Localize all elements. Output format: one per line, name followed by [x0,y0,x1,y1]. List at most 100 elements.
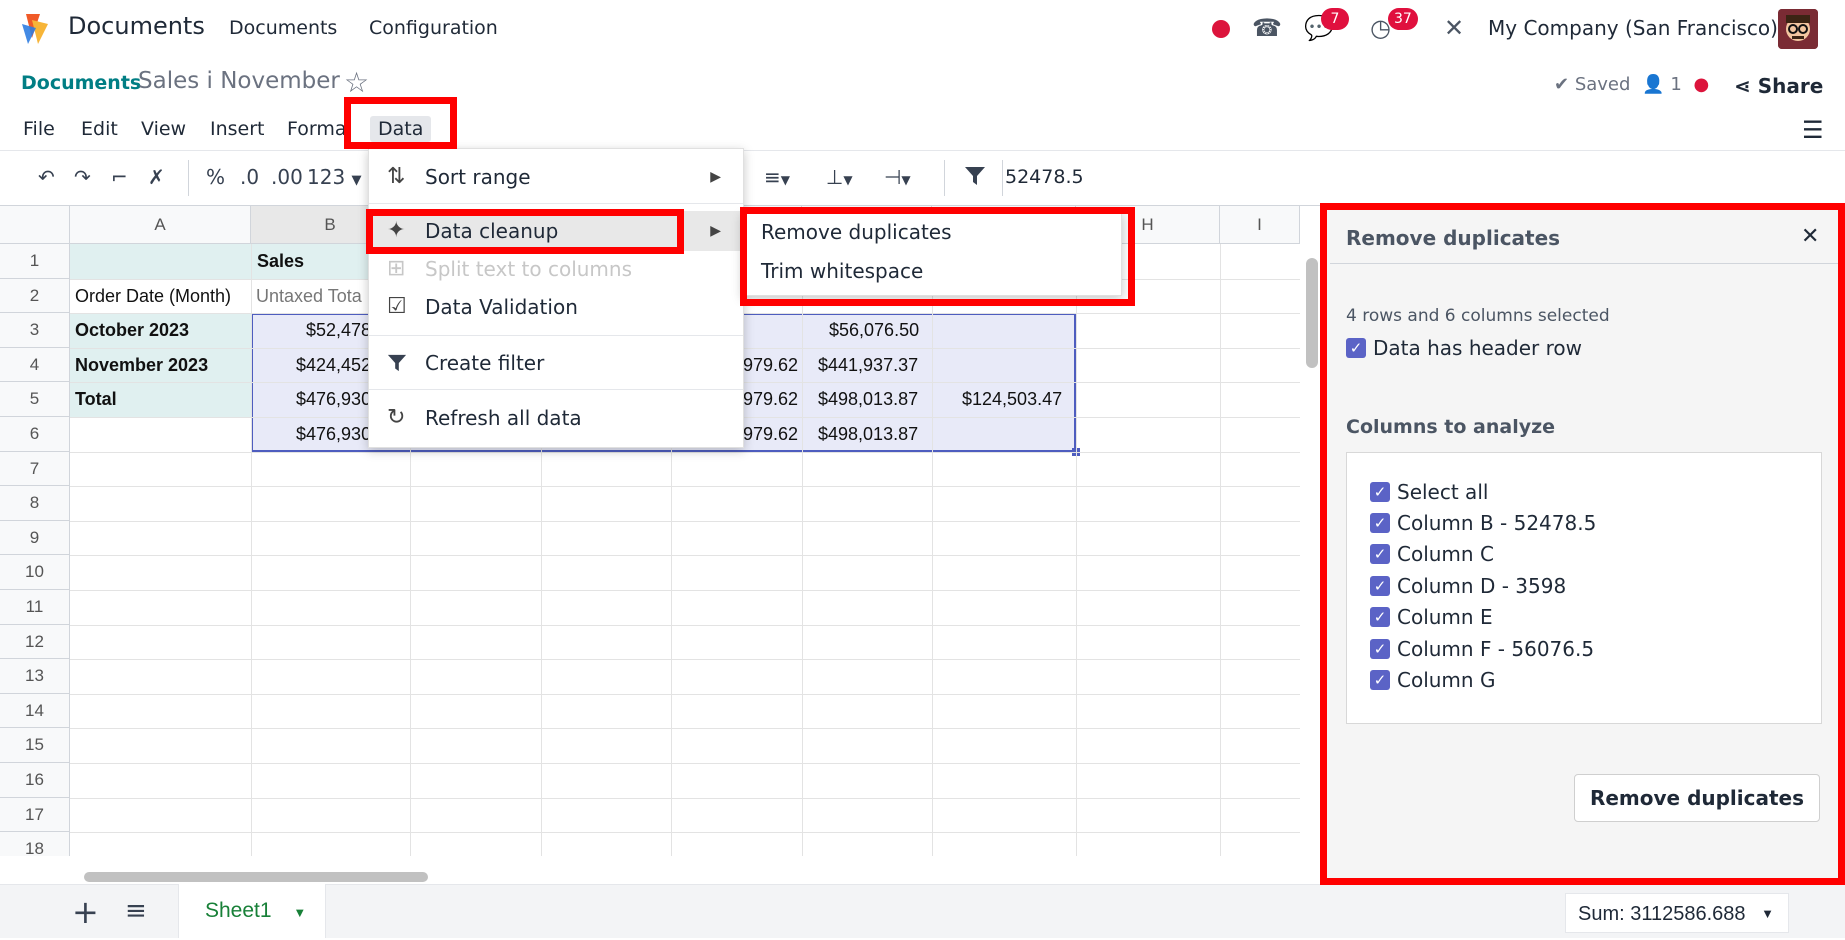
row-header[interactable]: 7 [0,451,70,487]
decrease-decimal-button[interactable]: .0 [240,165,259,189]
grid-line [70,797,1300,799]
toolbar-separator [944,160,945,196]
row-header[interactable]: 4 [0,347,70,383]
split-icon: ⊞ [387,256,406,281]
toolbar-separator [188,160,189,196]
filter-icon[interactable] [964,165,986,192]
clear-format-icon[interactable]: ✗ [148,165,165,189]
sheet-tab-label: Sheet1 [205,899,272,922]
add-sheet-icon[interactable]: + [72,893,99,931]
sheet-list-icon[interactable]: ≡ [125,896,147,926]
menu-file[interactable]: File [23,118,55,140]
vertical-align-icon[interactable]: ⊥▼ [826,165,853,189]
user-avatar[interactable] [1778,9,1818,49]
number-format-dropdown[interactable]: 123 ▼ [307,165,362,189]
sort-icon: ⇅ [387,164,406,189]
cell-b4[interactable]: $424,452 [296,355,371,376]
sort-range-label: Sort range [425,165,531,189]
redo-icon[interactable]: ↷ [74,165,91,189]
text-wrap-icon[interactable]: ⊣▼ [884,165,911,189]
horizontal-scrollbar[interactable] [84,872,428,882]
cell-a5[interactable]: Total [75,389,117,410]
row-header[interactable]: 16 [0,763,70,798]
row-header[interactable]: 9 [0,520,70,556]
formula-bar[interactable]: 52478.5 [1005,166,1084,188]
company-switcher[interactable]: My Company (San Francisco) [1488,16,1778,40]
menu-edit[interactable]: Edit [81,118,118,140]
aggregate-sum-dropdown[interactable]: Sum: 3112586.688 ▼ [1565,893,1789,933]
sheet-tab[interactable]: Sheet1 ▼ [178,884,326,938]
menu-item-data-validation[interactable]: ☑ Data Validation [369,287,743,327]
users-count: 1 [1670,74,1682,95]
row-header[interactable]: 12 [0,624,70,660]
cell-a4[interactable]: November 2023 [75,355,208,376]
tools-icon[interactable]: ✕ [1444,14,1464,42]
row-header[interactable]: 2 [0,278,70,314]
row-header[interactable]: 14 [0,693,70,729]
recording-dot-icon[interactable] [1212,20,1230,38]
menu-insert[interactable]: Insert [210,118,265,140]
undo-icon[interactable]: ↶ [38,165,55,189]
share-icon: ⋖ [1734,74,1751,98]
favorite-star-icon[interactable]: ☆ [344,66,369,99]
user-icon: 👤 [1642,74,1665,95]
grid-line [70,520,1300,522]
nav-documents[interactable]: Documents [229,17,337,39]
cell-e4[interactable]: 979.62 [743,355,798,376]
cell-f4[interactable]: $441,937.37 [818,355,918,376]
cell-b5[interactable]: $476,930 [296,389,371,410]
split-text-label: Split text to columns [425,257,633,281]
row-header[interactable]: 13 [0,659,70,694]
cell-pivot-title[interactable]: Sales [257,251,304,272]
format-percent-button[interactable]: % [206,165,225,189]
paint-format-icon[interactable]: ⌐ [111,165,128,189]
document-name[interactable]: Sales i November [138,68,340,94]
column-header-a[interactable]: A [70,206,251,244]
sheet-menu-caret-icon[interactable]: ▼ [293,905,306,920]
grid-line [1220,244,1221,856]
side-panel-toggle-icon[interactable]: ☰ [1802,116,1824,144]
row-header[interactable]: 15 [0,728,70,763]
row-header[interactable]: 18 [0,832,70,856]
cell-f6[interactable]: $498,013.87 [818,424,918,445]
cell-f3[interactable]: $56,076.50 [829,320,919,341]
row-header[interactable]: 6 [0,417,70,452]
row-header[interactable]: 17 [0,797,70,833]
row-header[interactable]: 10 [0,555,70,590]
menu-view[interactable]: View [141,118,186,140]
horizontal-align-icon[interactable]: ≡▼ [764,165,790,189]
row-header[interactable]: 5 [0,382,70,417]
menu-format[interactable]: Forma [287,118,347,140]
cell-b6[interactable]: $476,930 [296,424,371,445]
cell-e6[interactable]: 979.62 [743,424,798,445]
cell-b2[interactable]: Untaxed Tota [256,286,362,307]
cell-f5[interactable]: $498,013.87 [818,389,918,410]
saved-label: Saved [1574,74,1631,95]
column-header-i[interactable]: I [1220,206,1300,244]
share-button[interactable]: ⋖ Share [1734,74,1823,98]
cell-a3[interactable]: October 2023 [75,320,189,341]
cell-b3[interactable]: $52,478 [306,320,371,341]
row-header[interactable]: 11 [0,590,70,625]
documents-app-logo-icon[interactable] [18,10,54,46]
phone-icon[interactable]: ☎ [1252,14,1282,42]
menu-item-sort-range[interactable]: ⇅ Sort range ▶ [369,157,743,197]
menu-item-refresh-all[interactable]: ↻ Refresh all data [369,398,743,438]
vertical-scrollbar[interactable] [1306,258,1318,368]
row-header[interactable]: 8 [0,486,70,521]
toolbar-separator [1002,160,1003,196]
cell-a2[interactable]: Order Date (Month) [75,286,231,307]
nav-configuration[interactable]: Configuration [369,17,498,39]
row-header[interactable]: 3 [0,313,70,348]
create-filter-label: Create filter [425,351,545,375]
increase-decimal-button[interactable]: .00 [271,165,303,189]
cell-g5[interactable]: $124,503.47 [962,389,1062,410]
row-header[interactable]: 1 [0,244,70,279]
grid-line [70,693,1300,695]
menu-separator [369,389,743,390]
menu-item-create-filter[interactable]: Create filter [369,343,743,383]
breadcrumb-documents[interactable]: Documents [21,72,141,94]
cell-e5[interactable]: 979.62 [743,389,798,410]
corner-cell[interactable] [0,206,70,244]
chat-badge: 7 [1321,8,1349,30]
